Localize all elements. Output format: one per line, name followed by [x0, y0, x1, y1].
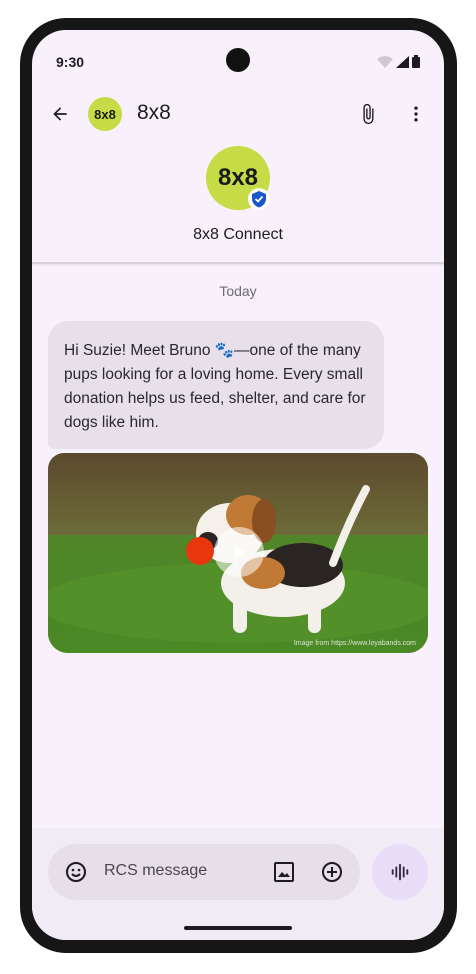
paperclip-icon [363, 103, 374, 125]
status-icons [377, 55, 420, 68]
business-profile-header: 8x8 8x8 Connect [32, 142, 444, 264]
emoji-icon[interactable] [64, 860, 88, 884]
screen: 9:30 8x8 8x8 8x8 8x8 Connect Today Hi Su… [32, 30, 444, 940]
battery-icon [412, 55, 420, 68]
compose-field[interactable] [48, 844, 360, 900]
more-vertical-icon [414, 106, 418, 122]
business-name: 8x8 Connect [193, 226, 283, 243]
message-input[interactable] [104, 862, 264, 880]
wifi-icon [377, 55, 393, 68]
attach-button[interactable] [354, 100, 382, 128]
play-icon [234, 544, 247, 560]
contact-avatar[interactable]: 8x8 [88, 97, 122, 131]
back-button[interactable] [46, 100, 74, 128]
date-separator: Today [219, 283, 257, 299]
play-button[interactable] [214, 527, 264, 577]
voice-message-button[interactable] [372, 844, 428, 900]
status-time: 9:30 [56, 54, 85, 70]
home-indicator[interactable] [184, 926, 292, 930]
front-camera [226, 48, 250, 72]
conversation-title[interactable]: 8x8 [137, 101, 171, 125]
compose-area [32, 828, 444, 940]
image-icon[interactable] [272, 860, 296, 884]
incoming-message[interactable]: Hi Suzie! Meet Bruno 🐾—one of the many p… [48, 321, 384, 449]
arrow-left-icon [53, 107, 67, 121]
top-app-bar: 8x8 8x8 [32, 86, 444, 142]
cellular-icon [396, 55, 409, 68]
media-message[interactable]: Image from https://www.loyabands.com [48, 453, 428, 653]
verified-shield-icon [248, 188, 270, 210]
waveform-icon [391, 863, 409, 881]
add-circle-icon[interactable] [320, 860, 344, 884]
status-bar: 9:30 [32, 30, 444, 86]
image-credit: Image from https://www.loyabands.com [293, 640, 416, 647]
more-options-button[interactable] [402, 100, 430, 128]
